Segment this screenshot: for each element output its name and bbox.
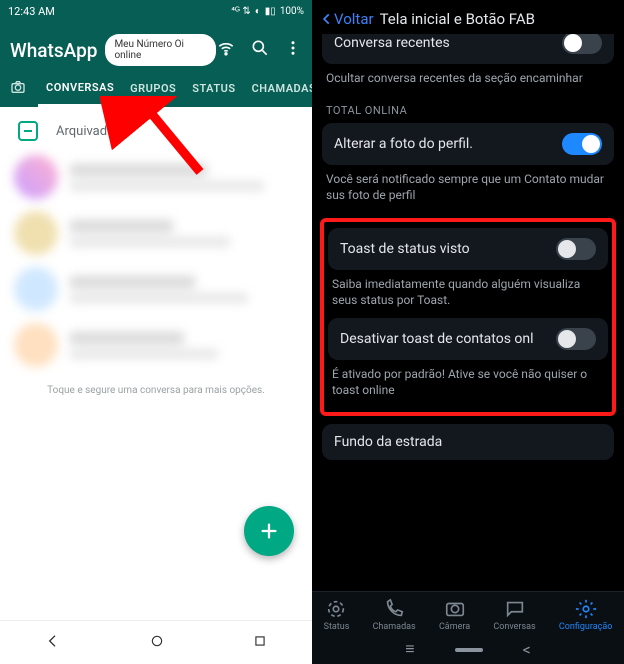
android-nav-dark: ≡ < <box>312 634 624 664</box>
status-icon <box>325 598 347 620</box>
archive-icon <box>18 121 38 141</box>
tab-chamadas[interactable]: CHAMADAS <box>244 72 312 105</box>
nav-recent-icon[interactable]: ≡ <box>405 639 414 659</box>
archived-label: Arquivadas <box>56 124 121 139</box>
avatar <box>14 323 58 367</box>
section-total-online: TOTAL ONLINA <box>322 96 614 123</box>
tab-status[interactable]: STATUS <box>184 72 243 105</box>
row-sub: Saiba imediatamente quando alguém visual… <box>328 276 608 318</box>
whatsapp-screen: 12:43 AM ⁴ᴳ ⇅ ◐ ▮▯ 100% WhatsApp Meu Núm… <box>0 0 312 664</box>
tab-camera[interactable] <box>0 70 38 107</box>
app-title: WhatsApp <box>10 39 97 62</box>
row-sub: Ocultar conversa recentes da seção encam… <box>322 70 614 96</box>
nav-recent-icon[interactable] <box>253 633 267 652</box>
gear-icon <box>575 598 597 620</box>
toggle-profile-photo[interactable] <box>562 133 602 155</box>
settings-title: Tela inicial e Botão FAB <box>380 10 535 28</box>
row-road-background[interactable]: Fundo da estrada <box>322 424 614 460</box>
back-button[interactable]: Voltar <box>320 10 374 28</box>
avatar <box>14 267 58 311</box>
fab-new-chat[interactable] <box>244 506 294 556</box>
whatsapp-header: WhatsApp Meu Número Oi online <box>0 22 312 70</box>
toggle-toast-online[interactable] <box>556 328 596 350</box>
row-label: Conversa recentes <box>334 35 562 51</box>
android-nav <box>0 620 312 664</box>
whatsapp-tabs: CONVERSAS GRUPOS STATUS CHAMADAS <box>0 70 312 107</box>
chat-item[interactable] <box>0 261 312 317</box>
settings-body: Conversa recentes Ocultar conversa recen… <box>312 34 624 591</box>
online-pill[interactable]: Meu Número Oi online <box>105 34 216 66</box>
nav-config[interactable]: Configuração <box>559 598 612 632</box>
nav-home-icon[interactable] <box>455 640 483 659</box>
row-label: Fundo da estrada <box>334 434 602 450</box>
list-hint: Toque e segure uma conversa para mais op… <box>0 373 312 396</box>
chat-list: Arquivadas Toque e segure uma conversa p… <box>0 107 312 620</box>
settings-header: Voltar Tela inicial e Botão FAB <box>312 0 624 34</box>
row-label: Toast de status visto <box>340 241 556 257</box>
chat-item[interactable] <box>0 205 312 261</box>
row-toast-online[interactable]: Desativar toast de contatos onl <box>328 318 608 360</box>
avatar <box>14 211 58 255</box>
battery-text: 100% <box>280 6 304 17</box>
row-sub: Você será notificado sempre que um Conta… <box>322 171 614 213</box>
phone-icon <box>383 598 405 620</box>
wifi-icon: ◐ <box>255 6 261 17</box>
nav-chamadas[interactable]: Chamadas <box>373 598 416 632</box>
nav-home-icon[interactable] <box>150 633 164 652</box>
chat-item[interactable] <box>0 317 312 373</box>
row-label: Alterar a foto do perfil. <box>334 136 562 152</box>
nav-camera[interactable]: Câmera <box>439 598 470 632</box>
battery-icon: ▮▯ <box>265 6 276 17</box>
more-icon[interactable] <box>284 38 302 62</box>
highlight-annotation: Toast de status visto Saiba imediatament… <box>320 218 616 417</box>
row-label: Desativar toast de contatos onl <box>340 331 556 347</box>
chat-item[interactable] <box>0 149 312 205</box>
tab-conversas[interactable]: CONVERSAS <box>38 71 122 107</box>
back-label: Voltar <box>334 10 374 28</box>
tab-grupos[interactable]: GRUPOS <box>122 72 184 105</box>
bottom-nav: Status Chamadas Câmera Conversas Configu… <box>312 591 624 634</box>
nav-conversas[interactable]: Conversas <box>493 598 535 632</box>
avatar <box>14 155 58 199</box>
archived-row[interactable]: Arquivadas <box>0 113 312 149</box>
nav-back-icon[interactable] <box>45 633 61 653</box>
nav-back-icon[interactable]: < <box>523 640 531 659</box>
wifi-header-icon[interactable] <box>216 38 236 62</box>
toggle-hide-recent[interactable] <box>562 34 602 54</box>
search-icon[interactable] <box>250 38 270 62</box>
chat-icon <box>504 598 526 620</box>
status-indicators: ⁴ᴳ ⇅ ◐ ▮▯ 100% <box>231 6 304 17</box>
row-profile-photo[interactable]: Alterar a foto do perfil. <box>322 123 614 165</box>
toggle-toast-status[interactable] <box>556 238 596 260</box>
row-hide-recent[interactable]: Conversa recentes <box>322 34 614 64</box>
status-bar: 12:43 AM ⁴ᴳ ⇅ ◐ ▮▯ 100% <box>0 0 312 22</box>
settings-screen: Voltar Tela inicial e Botão FAB Conversa… <box>312 0 624 664</box>
row-toast-status[interactable]: Toast de status visto <box>328 228 608 270</box>
status-time: 12:43 AM <box>8 5 55 18</box>
camera-icon <box>444 598 466 620</box>
network-icon: ⁴ᴳ ⇅ <box>231 6 251 17</box>
row-sub: É ativado por padrão! Ative se você não … <box>328 366 608 408</box>
nav-status[interactable]: Status <box>324 598 350 632</box>
